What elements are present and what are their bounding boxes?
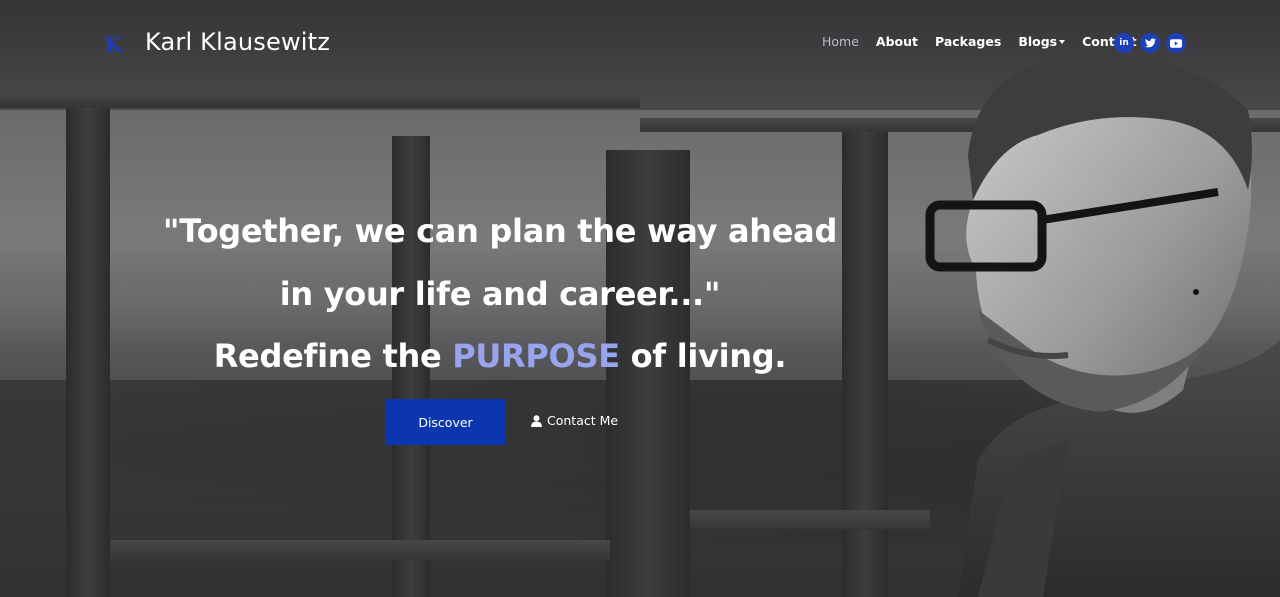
tagline-suffix: of living. [619,337,787,375]
user-icon [531,414,542,427]
linkedin-link[interactable]: in [1114,33,1134,53]
navbar: K Karl Klausewitz Home About Packages Bl… [0,0,1280,84]
contact-me-button[interactable]: Contact Me [531,413,618,428]
nav-link-blogs-label: Blogs [1018,34,1058,49]
nav-link-blogs[interactable]: Blogs [1018,34,1066,49]
hero-tagline: Redefine the PURPOSE of living. [0,337,1000,375]
discover-button[interactable]: Discover [385,399,506,445]
portrait-image [925,54,1280,597]
youtube-icon [1170,38,1182,48]
youtube-link[interactable] [1166,33,1186,53]
twitter-link[interactable] [1140,33,1160,53]
nav-link-packages[interactable]: Packages [935,34,1001,49]
hero-quote-line-2: in your life and career..." [279,275,721,313]
brand-logo[interactable]: K Karl Klausewitz [104,26,331,58]
contact-me-label: Contact Me [547,413,619,428]
brand-name: Karl Klausewitz [145,27,331,56]
nav-link-about[interactable]: About [876,34,918,49]
nav-link-home[interactable]: Home [822,34,859,49]
linkedin-icon: in [1119,38,1129,48]
nav-menu: Home About Packages Blogs Contact [822,34,1154,49]
hero-quote-line-1: "Together, we can plan the way ahead [162,212,838,250]
twitter-icon [1144,38,1156,48]
tagline-prefix: Redefine the [213,337,453,375]
logo-mark: K [104,32,123,57]
tagline-highlight: PURPOSE [452,337,620,375]
chevron-down-icon [1059,39,1066,44]
